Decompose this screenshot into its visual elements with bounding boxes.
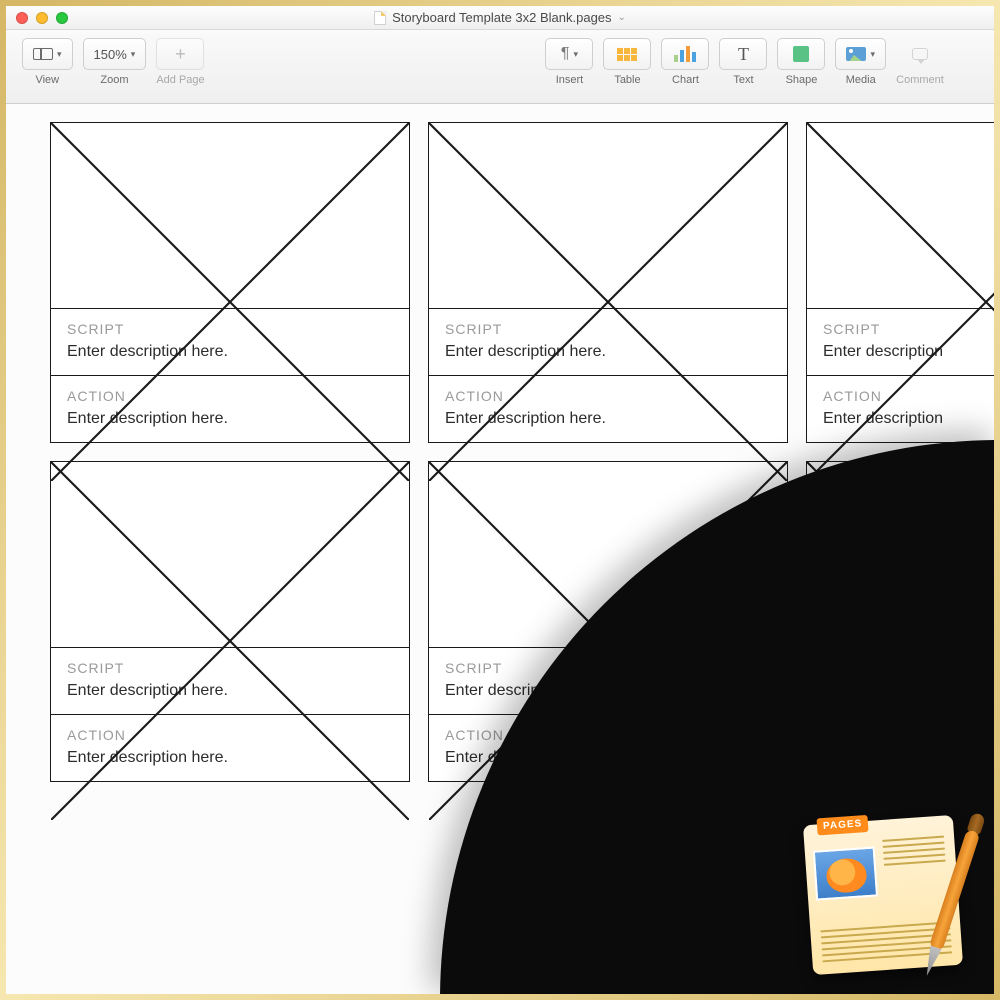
window-titlebar: Storyboard Template 3x2 Blank.pages ⌄: [6, 6, 994, 30]
chevron-down-icon: ▾: [870, 49, 875, 60]
storyboard-cell[interactable]: SCRIPT Enter description here. ACTION En…: [428, 122, 788, 443]
chart-label: Chart: [672, 74, 699, 86]
media-button[interactable]: ▾: [835, 38, 886, 70]
shape-label: Shape: [786, 74, 818, 86]
view-button[interactable]: ▾: [22, 38, 73, 70]
storyboard-grid: SCRIPT Enter description here. ACTION En…: [50, 122, 994, 782]
window-minimize-button[interactable]: [36, 12, 48, 24]
document-title-label: Storyboard Template 3x2 Blank.pages: [392, 10, 611, 25]
chevron-down-icon: ▾: [131, 49, 136, 60]
storyboard-image-placeholder[interactable]: [807, 462, 994, 648]
table-button[interactable]: [603, 38, 651, 70]
window-close-button[interactable]: [16, 12, 28, 24]
chevron-down-icon: ▾: [574, 49, 579, 60]
chart-button[interactable]: [661, 38, 709, 70]
window-zoom-button[interactable]: [56, 12, 68, 24]
table-icon: [617, 48, 637, 61]
storyboard-image-placeholder[interactable]: [51, 123, 409, 309]
storyboard-image-placeholder[interactable]: [429, 462, 787, 648]
chevron-down-icon: ⌄: [618, 12, 626, 23]
comment-label: Comment: [896, 74, 944, 86]
app-window: Storyboard Template 3x2 Blank.pages ⌄ ▾ …: [6, 6, 994, 994]
media-label: Media: [846, 74, 876, 86]
table-label: Table: [614, 74, 640, 86]
text-label: Text: [733, 74, 753, 86]
storyboard-cell[interactable]: SCRIPT Enter description here. ACTION En…: [428, 461, 788, 782]
add-page-button[interactable]: +: [156, 38, 204, 70]
sidebar-icon: [33, 48, 53, 60]
comment-icon: [912, 48, 928, 60]
storyboard-image-placeholder[interactable]: [51, 462, 409, 648]
text-button[interactable]: T: [719, 38, 767, 70]
insert-button[interactable]: ¶ ▾: [545, 38, 593, 70]
storyboard-cell[interactable]: SCRIPT Enter description here. ACTION En…: [50, 122, 410, 443]
chevron-down-icon: ▾: [57, 49, 62, 60]
document-canvas[interactable]: SCRIPT Enter description here. ACTION En…: [6, 104, 994, 994]
chart-icon: [674, 46, 696, 62]
comment-button[interactable]: [896, 38, 944, 70]
storyboard-cell[interactable]: SCRIPT Enter description here. ACTION En…: [806, 461, 994, 782]
zoom-dropdown[interactable]: 150% ▾: [83, 38, 147, 70]
storyboard-image-placeholder[interactable]: [807, 123, 994, 309]
storyboard-cell[interactable]: SCRIPT Enter description ACTION Enter de…: [806, 122, 994, 443]
document-icon: [374, 11, 386, 25]
add-page-label: Add Page: [156, 74, 204, 86]
zoom-value: 150%: [94, 47, 127, 62]
toolbar: ▾ View 150% ▾ Zoom +: [6, 30, 994, 104]
text-icon: T: [738, 44, 749, 65]
media-icon: [846, 47, 866, 61]
shape-icon: [793, 46, 809, 62]
document-title[interactable]: Storyboard Template 3x2 Blank.pages ⌄: [374, 10, 626, 25]
zoom-label: Zoom: [100, 74, 128, 86]
view-label: View: [35, 74, 59, 86]
plus-icon: +: [175, 45, 186, 63]
storyboard-cell[interactable]: SCRIPT Enter description here. ACTION En…: [50, 461, 410, 782]
shape-button[interactable]: [777, 38, 825, 70]
pilcrow-icon: ¶: [561, 45, 570, 63]
insert-label: Insert: [556, 74, 584, 86]
storyboard-image-placeholder[interactable]: [429, 123, 787, 309]
